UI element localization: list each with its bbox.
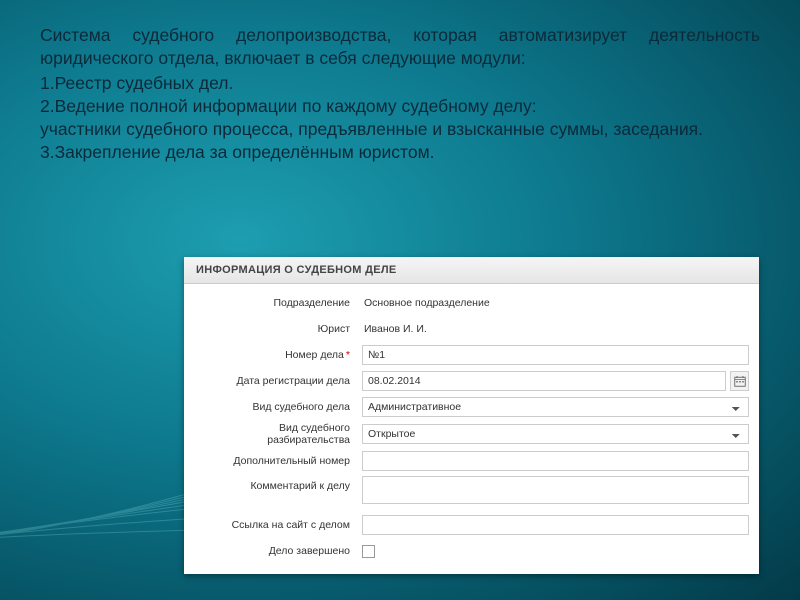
label-closed: Дело завершено: [194, 545, 362, 557]
intro-list-item-2b: участники судебного процесса, предъявлен…: [40, 118, 760, 141]
form-header: ИНФОРМАЦИЯ О СУДЕБНОМ ДЕЛЕ: [184, 257, 759, 284]
input-extra-number[interactable]: [362, 451, 749, 471]
select-case-type[interactable]: Административное: [362, 397, 749, 417]
label-link: Ссылка на сайт с делом: [194, 519, 362, 531]
intro-list-item-2: 2.Ведение полной информации по каждому с…: [40, 95, 760, 118]
label-reg-date: Дата регистрации дела: [194, 375, 362, 387]
label-case-type: Вид судебного дела: [194, 401, 362, 413]
label-lawyer: Юрист: [194, 323, 362, 335]
intro-list-item-3: 3.Закрепление дела за определённым юрист…: [40, 141, 760, 164]
intro-text: Система судебного делопроизводства, кото…: [40, 24, 760, 165]
intro-list-item-1: 1.Реестр судебных дел.: [40, 72, 760, 95]
value-lawyer: Иванов И. И.: [362, 323, 749, 335]
select-proc-type[interactable]: Открытое: [362, 424, 749, 444]
label-comment: Комментарий к делу: [194, 476, 362, 492]
input-reg-date[interactable]: [362, 371, 726, 391]
label-case-number: Номер дела*: [194, 349, 362, 361]
checkbox-case-closed[interactable]: [362, 545, 375, 558]
input-case-number[interactable]: [362, 345, 749, 365]
textarea-comment[interactable]: [362, 476, 749, 504]
label-proc-type: Вид судебного разбирательства: [194, 422, 362, 446]
label-division: Подразделение: [194, 297, 362, 309]
label-extra-number: Дополнительный номер: [194, 455, 362, 467]
input-link[interactable]: [362, 515, 749, 535]
intro-paragraph: Система судебного делопроизводства, кото…: [40, 24, 760, 70]
value-division: Основное подразделение: [362, 297, 749, 309]
calendar-icon[interactable]: [730, 371, 749, 391]
case-form: ИНФОРМАЦИЯ О СУДЕБНОМ ДЕЛЕ Подразделение…: [184, 257, 759, 574]
